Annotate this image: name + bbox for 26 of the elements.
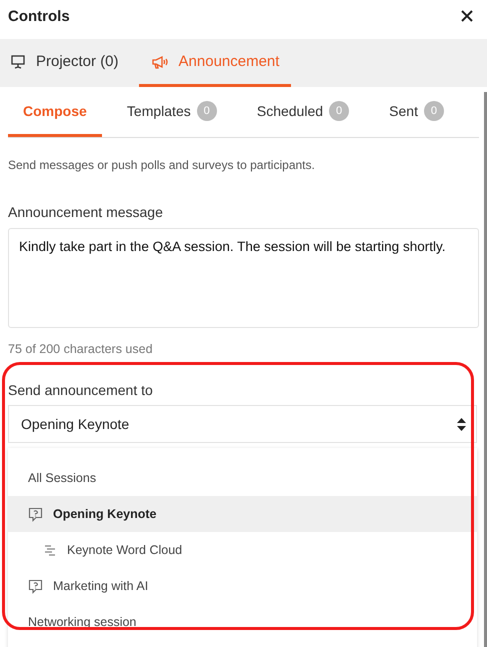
subtab[interactable]: Templates 0 — [112, 87, 232, 137]
projector-icon — [10, 54, 26, 70]
window-title: Controls — [8, 8, 70, 24]
count-badge: 0 — [196, 100, 217, 120]
dropdown-option[interactable]: Marketing with AI — [8, 568, 477, 604]
dropdown-option[interactable]: All Sessions — [8, 460, 477, 496]
count-badge: 0 — [424, 100, 444, 120]
field-label: Announcement message — [8, 204, 164, 220]
sort-caret-icon — [457, 418, 466, 430]
dropdown-option[interactable]: Keynote Word Cloud — [8, 532, 477, 568]
subtab[interactable]: Scheduled 0 — [242, 87, 364, 137]
dropdown-option[interactable]: Networking session — [8, 604, 477, 640]
description-text: Send messages or push polls and surveys to participants. — [8, 158, 316, 172]
tab[interactable]: Projector (0) — [0, 39, 131, 87]
subtab[interactable]: Sent 0 — [374, 87, 459, 137]
close-icon[interactable] — [461, 10, 473, 22]
session-select[interactable]: Opening Keynote — [8, 405, 477, 443]
megaphone-icon — [150, 54, 169, 70]
message-field[interactable]: Kindly take part in the Q&A session. The session will be starting shortly. — [8, 228, 479, 328]
character-counter: 75 of 200 characters used — [8, 342, 154, 356]
question-bubble-icon — [28, 578, 43, 594]
dropdown-option[interactable]: Opening Keynote — [8, 496, 477, 532]
field-label: Send announcement to — [8, 382, 154, 398]
count-badge: 0 — [329, 100, 350, 120]
question-bubble-icon — [28, 506, 43, 522]
word-cloud-icon — [44, 544, 57, 556]
